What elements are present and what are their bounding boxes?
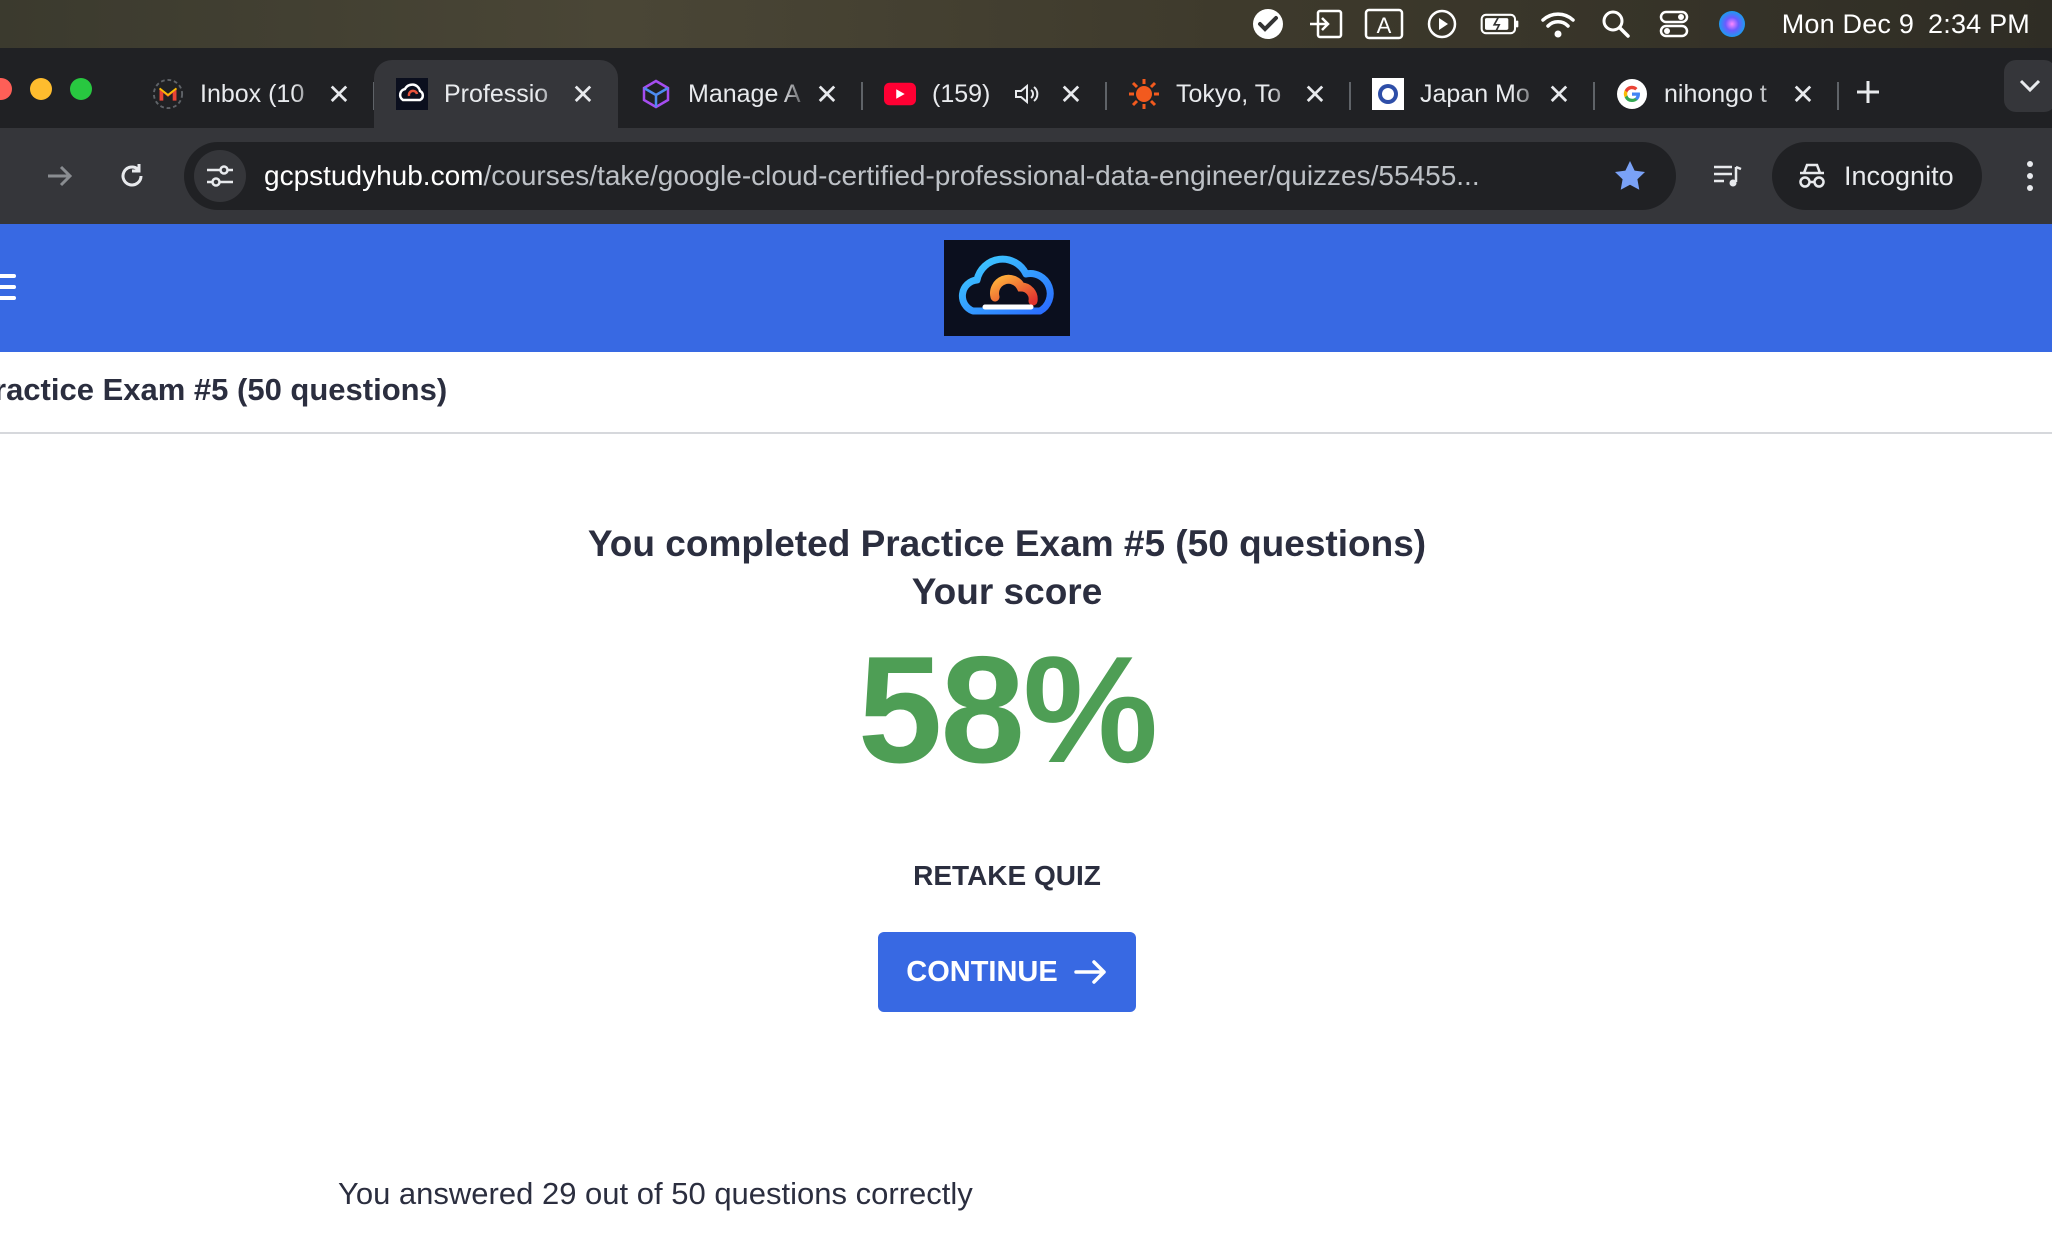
menu-bar-date: Mon Dec 9 bbox=[1781, 8, 1915, 39]
tab-tokyo[interactable]: Tokyo, To ✕ bbox=[1106, 60, 1351, 128]
browser-menu-button[interactable] bbox=[2010, 152, 2050, 200]
chevron-down-icon bbox=[2019, 79, 2041, 93]
tab-inbox[interactable]: Inbox (10 ✕ bbox=[130, 60, 375, 128]
url-host: gcpstudyhub.com bbox=[264, 160, 484, 191]
hamburger-menu-icon[interactable] bbox=[0, 274, 16, 300]
play-icon[interactable] bbox=[1422, 6, 1462, 42]
arrow-right-icon bbox=[1073, 959, 1108, 985]
more-vert-dot bbox=[2027, 185, 2033, 191]
gcp-study-hub-icon bbox=[396, 78, 428, 110]
cube-icon bbox=[640, 78, 672, 110]
hamburger-line bbox=[0, 285, 16, 289]
youtube-icon bbox=[884, 78, 916, 110]
incognito-indicator[interactable]: Incognito bbox=[1772, 142, 1982, 210]
tune-icon bbox=[207, 165, 233, 187]
window-controls bbox=[0, 78, 110, 100]
sun-icon bbox=[1128, 78, 1160, 110]
arrow-right-icon bbox=[48, 165, 73, 187]
close-icon[interactable]: ✕ bbox=[324, 79, 354, 110]
site-logo[interactable] bbox=[944, 240, 1070, 336]
control-center-icon[interactable] bbox=[1654, 6, 1694, 42]
maximize-window-button[interactable] bbox=[70, 78, 92, 100]
plus-icon bbox=[1857, 81, 1879, 103]
tab-separator bbox=[1837, 82, 1839, 110]
gmail-icon bbox=[152, 78, 184, 110]
macos-menu-bar: A Mon Dec 9 2:34 PM bbox=[0, 0, 2052, 48]
reload-button[interactable] bbox=[108, 152, 156, 200]
tab-manage[interactable]: Manage A ✕ bbox=[618, 60, 863, 128]
tab-list: Inbox (10 ✕ Professio ✕ Manage A ✕ (159) bbox=[130, 60, 1839, 128]
spotlight-icon[interactable] bbox=[1596, 6, 1636, 42]
forward-button[interactable] bbox=[36, 152, 84, 200]
completed-heading: You completed Practice Exam #5 (50 quest… bbox=[587, 523, 1427, 564]
close-icon[interactable]: ✕ bbox=[1300, 79, 1330, 110]
tab-search-button[interactable] bbox=[2004, 60, 2052, 112]
minimize-window-button[interactable] bbox=[30, 78, 52, 100]
score-value: 58% bbox=[857, 625, 1158, 795]
menu-bar-clock[interactable]: Mon Dec 9 2:34 PM bbox=[1782, 9, 2030, 40]
tab-label: nihongo t bbox=[1664, 79, 1767, 108]
url-path: /courses/take/google-cloud-certified-pro… bbox=[483, 160, 1480, 191]
quiz-title: ractice Exam #5 (50 questions) bbox=[0, 372, 448, 407]
close-icon[interactable]: ✕ bbox=[812, 79, 842, 110]
tab-label: Tokyo, To bbox=[1176, 79, 1282, 108]
japan-site-icon bbox=[1372, 78, 1404, 110]
reload-icon bbox=[121, 164, 143, 187]
speaker-icon[interactable] bbox=[1014, 82, 1040, 106]
browser-toolbar: gcpstudyhub.com/courses/take/google-clou… bbox=[0, 128, 2052, 224]
incognito-label: Incognito bbox=[1844, 160, 1954, 191]
checkmark-icon[interactable] bbox=[1248, 6, 1288, 42]
tab-label: Japan Mo bbox=[1420, 79, 1530, 108]
reading-list-button[interactable] bbox=[1704, 152, 1752, 200]
quiz-title-bar: ractice Exam #5 (50 questions) bbox=[0, 352, 2052, 434]
screen-share-icon[interactable] bbox=[1306, 6, 1346, 42]
tab-nihongo[interactable]: nihongo t ✕ bbox=[1594, 60, 1839, 128]
battery-icon[interactable] bbox=[1480, 6, 1520, 42]
close-icon[interactable]: ✕ bbox=[1788, 79, 1818, 110]
input-source-icon[interactable]: A bbox=[1364, 6, 1404, 42]
tab-youtube[interactable]: (159) ✕ bbox=[862, 60, 1107, 128]
continue-button[interactable]: CONTINUE bbox=[878, 932, 1136, 1012]
tab-label: Professio bbox=[444, 79, 549, 108]
more-vert-dot bbox=[2027, 173, 2033, 179]
browser-tab-strip: Inbox (10 ✕ Professio ✕ Manage A ✕ (159) bbox=[0, 48, 2052, 128]
menu-bar-time: 2:34 PM bbox=[1928, 8, 2030, 39]
answered-summary: You answered 29 out of 50 questions corr… bbox=[338, 1176, 973, 1211]
continue-label: CONTINUE bbox=[906, 955, 1058, 988]
close-icon[interactable]: ✕ bbox=[1056, 79, 1086, 110]
site-header bbox=[0, 224, 2052, 352]
cloud-logo-icon bbox=[958, 255, 1054, 315]
hamburger-line bbox=[0, 296, 16, 300]
your-score-label: Your score bbox=[911, 571, 1103, 612]
siri-icon[interactable] bbox=[1712, 6, 1752, 42]
wifi-icon[interactable] bbox=[1538, 6, 1578, 42]
close-window-button[interactable] bbox=[0, 78, 12, 100]
bookmark-star-icon[interactable] bbox=[1612, 158, 1648, 194]
quiz-result: You completed Practice Exam #5 (50 quest… bbox=[0, 434, 2052, 1242]
new-tab-button[interactable] bbox=[1848, 72, 1888, 112]
close-icon[interactable]: ✕ bbox=[568, 79, 598, 110]
hamburger-line bbox=[0, 274, 16, 278]
tab-label: Inbox (10 bbox=[200, 79, 305, 108]
url-text[interactable]: gcpstudyhub.com/courses/take/google-clou… bbox=[264, 160, 1580, 192]
tab-label: Manage A bbox=[688, 79, 801, 108]
site-info-button[interactable] bbox=[194, 150, 246, 202]
tab-professional-active[interactable]: Professio ✕ bbox=[374, 60, 618, 128]
more-vert-icon bbox=[2027, 161, 2033, 167]
google-icon bbox=[1616, 78, 1648, 110]
address-bar[interactable]: gcpstudyhub.com/courses/take/google-clou… bbox=[184, 142, 1676, 210]
tab-label: (159) bbox=[932, 79, 991, 108]
close-icon[interactable]: ✕ bbox=[1544, 79, 1574, 110]
incognito-icon bbox=[1796, 160, 1828, 192]
media-queue-icon bbox=[1714, 165, 1742, 187]
retake-quiz-link[interactable]: RETAKE QUIZ bbox=[0, 858, 2014, 894]
input-source-label: A bbox=[1376, 13, 1391, 38]
tab-japan[interactable]: Japan Mo ✕ bbox=[1350, 60, 1595, 128]
